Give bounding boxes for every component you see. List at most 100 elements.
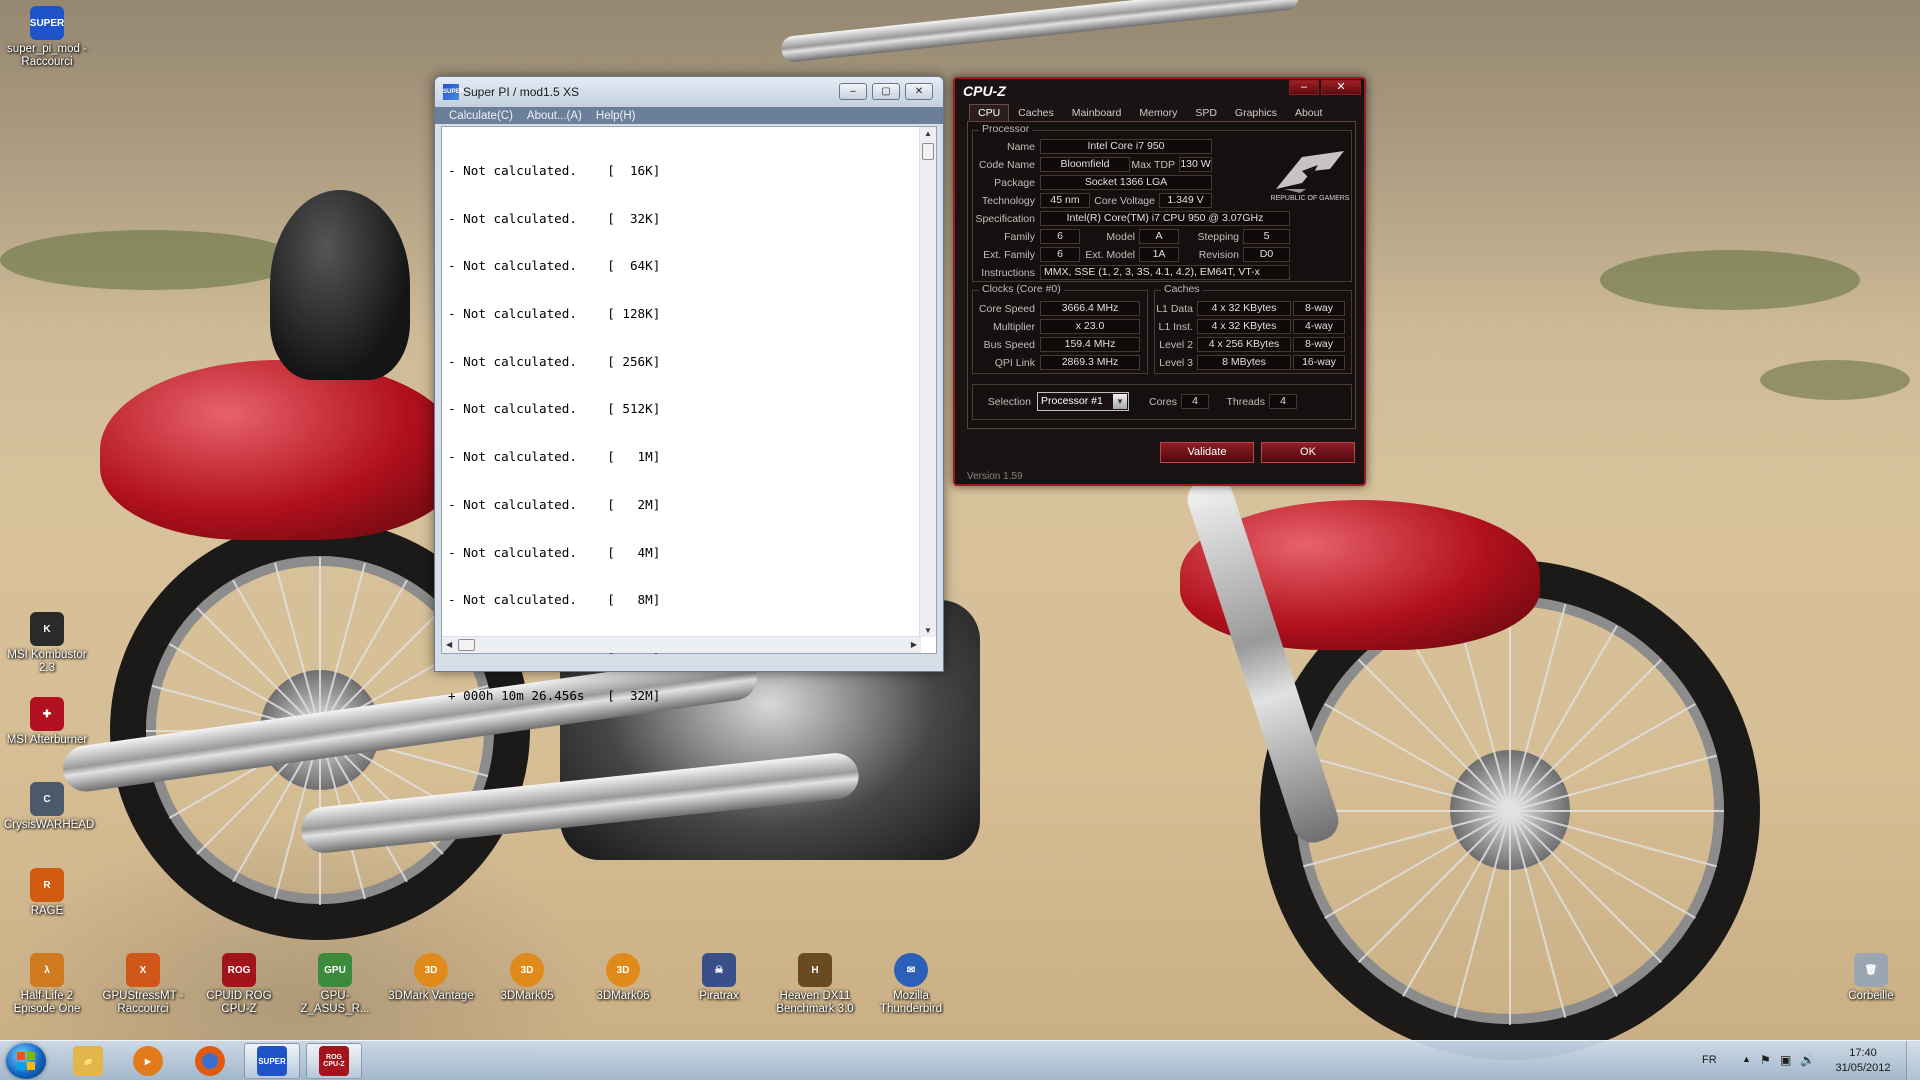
ext-family-label: Ext. Family — [983, 249, 1035, 261]
desktop-icon-piratrax[interactable]: ☠ Piratrax — [676, 953, 762, 1003]
desktop-icon-rage[interactable]: R RAGE — [4, 868, 90, 918]
ok-button[interactable]: OK — [1261, 442, 1355, 463]
processor-selection-dropdown[interactable]: Processor #1 ▼ — [1037, 392, 1129, 411]
action-center-flag-icon[interactable]: ⚑ — [1760, 1053, 1771, 1067]
rog-eye-icon — [1272, 149, 1348, 195]
taskbar-clock[interactable]: 17:40 31/05/2012 — [1828, 1046, 1898, 1076]
vertical-scrollbar[interactable]: ▲ ▼ — [919, 127, 936, 637]
superpi-titlebar[interactable]: SUPER Super PI / mod1.5 XS – ▢ ✕ — [435, 77, 943, 107]
cpuz-close-button[interactable]: ✕ — [1321, 80, 1361, 95]
crysis-icon: C — [30, 782, 64, 816]
threads-label: Threads — [1226, 396, 1265, 408]
volume-icon[interactable]: 🔊 — [1800, 1053, 1815, 1067]
validate-button[interactable]: Validate — [1160, 442, 1254, 463]
desktop-icon-afterburner[interactable]: ✚ MSI Afterburner — [4, 697, 90, 747]
start-button[interactable] — [6, 1043, 46, 1079]
desktop-icon-halflife[interactable]: λ Half-Life 2 Episode One — [4, 953, 90, 1016]
result-line: - Not calculated. [ 2M] — [448, 496, 661, 512]
wallpaper-spoke — [1509, 754, 1717, 812]
superpi-menubar: Calculate(C) About...(A) Help(H) — [435, 107, 943, 124]
tab-graphics[interactable]: Graphics — [1226, 104, 1286, 122]
desktop-icon-3dmark-vantage[interactable]: 3D 3DMark Vantage — [388, 953, 474, 1003]
desktop-icon-rog-cpuz[interactable]: ROG CPUID ROG CPU-Z — [196, 953, 282, 1016]
tab-caches[interactable]: Caches — [1009, 104, 1063, 122]
desktop-icon-heaven[interactable]: H Heaven DX11 Benchmark 3.0 — [772, 953, 858, 1016]
caches-group: Caches L1 Data 4 x 32 KBytes 8-way L1 In… — [1154, 283, 1352, 374]
cpuz-title: CPU-Z — [963, 83, 1006, 99]
wallpaper-spoke — [1509, 810, 1663, 964]
show-desktop-button[interactable] — [1906, 1041, 1920, 1080]
processor-group-label: Processor — [979, 123, 1033, 135]
menu-help[interactable]: Help(H) — [596, 110, 636, 122]
wallpaper-spoke — [319, 579, 408, 732]
tab-mainboard[interactable]: Mainboard — [1063, 104, 1131, 122]
desktop-icon-label: super_pi_mod - Raccourci — [7, 43, 87, 68]
result-line: - Not calculated. [ 4M] — [448, 544, 661, 560]
package-label: Package — [994, 177, 1035, 189]
taskbar-firefox[interactable] — [182, 1043, 238, 1079]
ext-model-label: Ext. Model — [1085, 249, 1135, 261]
scroll-up-icon[interactable]: ▲ — [924, 129, 932, 138]
desktop-icon-recycle-bin[interactable]: 🗑 Corbeille — [1828, 953, 1914, 1003]
superpi-window[interactable]: SUPER Super PI / mod1.5 XS – ▢ ✕ Calcula… — [434, 76, 944, 703]
menu-about[interactable]: About...(A) — [527, 110, 582, 122]
level2-label: Level 2 — [1159, 339, 1193, 351]
desktop-icon-gpustress[interactable]: X GPUStressMT - Raccourci — [100, 953, 186, 1016]
windows-flag-icon — [17, 1052, 35, 1070]
chevron-down-icon[interactable]: ▼ — [1113, 394, 1127, 409]
network-icon[interactable]: ▣ — [1780, 1053, 1791, 1067]
desktop-icon-thunderbird[interactable]: ✉ Mozilla Thunderbird — [868, 953, 954, 1016]
cpuz-window[interactable]: CPU-Z – ✕ CPU Caches Mainboard Memory SP… — [953, 77, 1366, 486]
code-name-label: Code Name — [978, 159, 1035, 171]
vertical-scroll-thumb[interactable] — [922, 143, 934, 160]
scroll-left-icon[interactable]: ◀ — [446, 640, 452, 649]
halflife-icon: λ — [30, 953, 64, 987]
superpi-results-area[interactable]: - Not calculated. [ 16K] - Not calculate… — [441, 126, 937, 703]
desktop-icon-3dmark06[interactable]: 3D 3DMark06 — [580, 953, 666, 1003]
selection-label: Selection — [987, 396, 1031, 408]
superpi-app-icon: SUPER — [443, 84, 464, 100]
clock-date: 31/05/2012 — [1835, 1062, 1891, 1074]
package-value: Socket 1366 LGA — [1040, 175, 1212, 190]
cpuz-minimize-button[interactable]: – — [1289, 80, 1319, 95]
horizontal-scroll-thumb[interactable] — [458, 639, 475, 651]
tab-cpu[interactable]: CPU — [969, 104, 1010, 122]
threads-value: 4 — [1269, 394, 1297, 409]
desktop-icon-gpuz[interactable]: GPU GPU-Z_ASUS_R... — [292, 953, 378, 1016]
tab-about[interactable]: About — [1286, 104, 1331, 122]
language-indicator[interactable]: FR — [1702, 1054, 1717, 1066]
tab-spd[interactable]: SPD — [1186, 104, 1226, 122]
tab-memory[interactable]: Memory — [1130, 104, 1186, 122]
wallpaper-spoke — [319, 562, 367, 732]
wallpaper-spoke — [1357, 810, 1511, 964]
wallpaper-seat — [270, 190, 410, 380]
technology-label: Technology — [981, 195, 1035, 207]
maximize-button[interactable]: ▢ — [872, 83, 900, 100]
result-line: + 000h 10m 26.456s [ 32M] — [448, 687, 661, 703]
wallpaper-spoke — [1509, 810, 1717, 868]
taskbar-cpuz[interactable]: ROG CPU-Z — [306, 1043, 362, 1079]
specification-value: Intel(R) Core(TM) i7 CPU 950 @ 3.07GHz — [1040, 211, 1290, 226]
desktop-icon-label: Corbeille — [1848, 990, 1894, 1002]
scroll-right-icon[interactable]: ▶ — [911, 640, 917, 649]
wallpaper-spoke — [1296, 810, 1510, 812]
taskbar-superpi[interactable]: SUPER — [244, 1043, 300, 1079]
menu-calculate[interactable]: Calculate(C) — [449, 110, 513, 122]
desktop-icon-crysis[interactable]: C CrysisWARHEAD — [4, 782, 94, 832]
close-button[interactable]: ✕ — [905, 83, 933, 100]
desktop-icon-label: 3DMark06 — [596, 990, 650, 1002]
desktop-icon-3dmark05[interactable]: 3D 3DMark05 — [484, 953, 570, 1003]
taskbar-media-player[interactable]: ▶ — [120, 1043, 176, 1079]
wallpaper-spoke — [196, 607, 321, 732]
desktop-icon-superpi[interactable]: SUPER super_pi_mod - Raccourci — [4, 6, 90, 69]
taskbar-explorer[interactable]: 📁 — [60, 1043, 116, 1079]
minimize-button[interactable]: – — [839, 83, 867, 100]
technology-value: 45 nm — [1040, 193, 1090, 208]
l1-inst-value: 4 x 32 KBytes — [1197, 319, 1291, 334]
desktop-icon-kombustor[interactable]: K MSI Kombustor 2.3 — [4, 612, 90, 675]
clocks-group-label: Clocks (Core #0) — [979, 283, 1064, 295]
horizontal-scrollbar[interactable]: ◀ ▶ — [442, 636, 921, 653]
processor-group: Processor Name Intel Core i7 950 Code Na… — [972, 123, 1352, 282]
scroll-down-icon[interactable]: ▼ — [924, 626, 932, 635]
tray-expand-icon[interactable]: ▲ — [1742, 1054, 1751, 1064]
